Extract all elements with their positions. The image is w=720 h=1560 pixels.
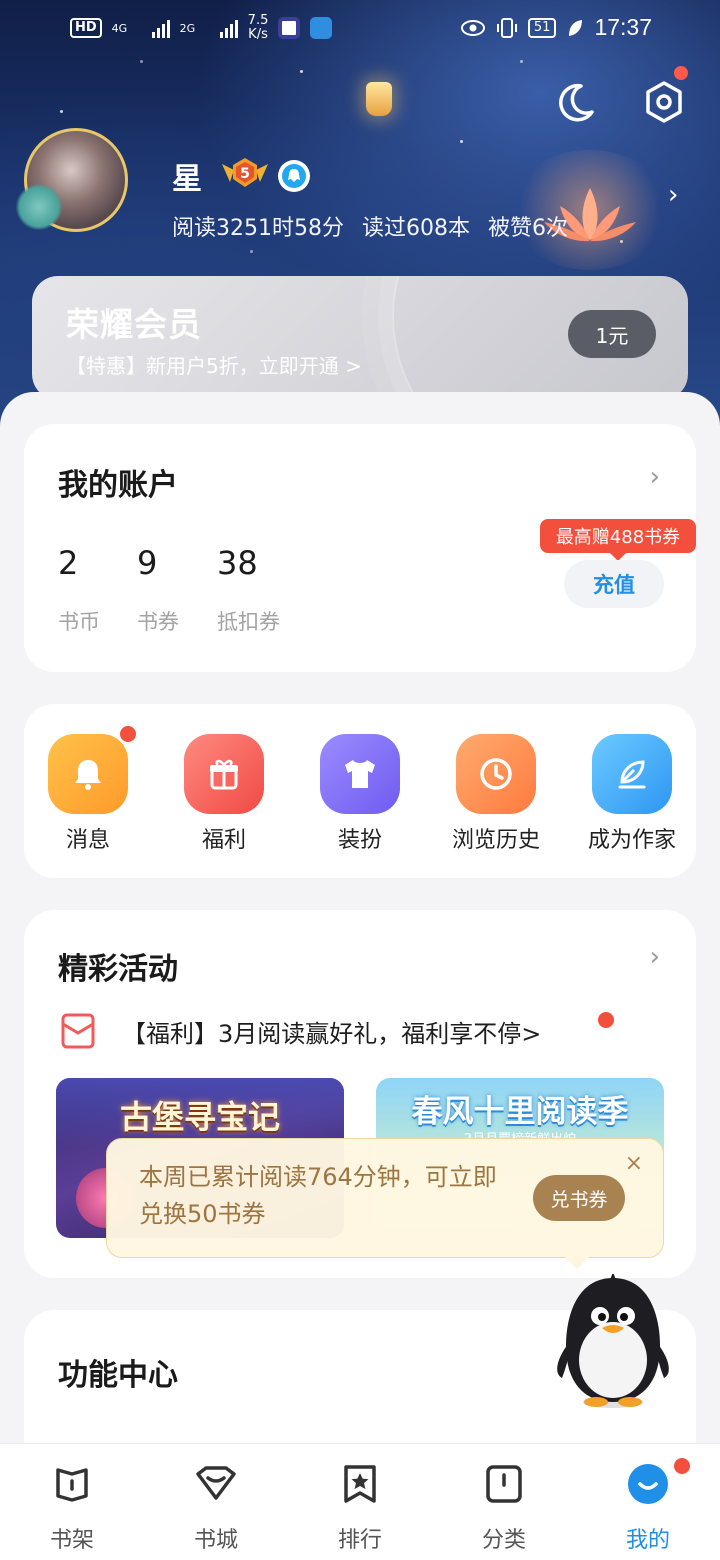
vip-membership-card[interactable]: 荣耀会员 【特惠】新用户5折，立即开通 > 1元 (32, 276, 688, 400)
night-mode-button[interactable] (554, 80, 598, 124)
feature-center-title: 功能中心 (58, 1358, 178, 1393)
books-read: 读过608本 (361, 216, 470, 241)
activities-title[interactable]: 精彩活动 (58, 944, 178, 988)
activity-badge (598, 1012, 614, 1028)
account-title[interactable]: 我的账户 (58, 460, 178, 504)
bell-icon (48, 726, 136, 814)
tooltip-text: 本周已累计阅读764分钟，可立即兑换50书券 (139, 1163, 497, 1228)
username[interactable]: 星 (172, 154, 202, 198)
settings-button[interactable] (642, 66, 688, 124)
gear-icon (646, 81, 682, 123)
vip-title: 荣耀会员 (66, 305, 202, 344)
shortcut-welfare[interactable]: 福利 (169, 734, 279, 854)
tab-label: 分类 (481, 1528, 526, 1553)
status-bar: HD 4G 2G 7.5 K/s 51 17:37 (0, 0, 720, 56)
sky-lantern-decoration (366, 82, 392, 116)
shortcut-history[interactable]: 浏览历史 (441, 734, 551, 854)
activity-headline[interactable]: 【福利】3月阅读赢好礼，福利享不停> (60, 1012, 541, 1050)
recharge-button[interactable]: 充值 (564, 560, 664, 608)
signal-icon (151, 18, 170, 38)
clock-icon (456, 734, 536, 814)
shortcut-become-writer[interactable]: 成为作家 (577, 734, 687, 854)
level-badge-icon: 5 (222, 158, 268, 187)
envelope-icon (61, 1013, 95, 1049)
tab-bookstore[interactable]: 书城 (161, 1462, 271, 1554)
vibrate-icon (496, 17, 517, 38)
shirt-icon (320, 734, 400, 814)
avatar[interactable] (16, 128, 134, 238)
svg-text:5: 5 (240, 166, 250, 182)
tab-bookshelf[interactable]: 书架 (17, 1462, 127, 1554)
profile-tab-badge (674, 1458, 690, 1474)
bottom-tab-bar: 书架 书城 排行 分类 我的 (0, 1443, 720, 1560)
clock: 17:37 (594, 14, 652, 40)
qq-icon (278, 160, 310, 192)
shortcut-label: 成为作家 (587, 828, 676, 853)
network-speed: 7.5 K/s (247, 13, 269, 42)
ranking-icon (338, 1462, 382, 1506)
leaf-icon (569, 19, 583, 36)
treasure-banner-title: 古堡寻宝记 (119, 1098, 280, 1136)
bookshelf-icon (50, 1462, 94, 1506)
shortcut-messages[interactable]: 消息 (33, 726, 143, 854)
battery-icon: 51 (527, 17, 557, 38)
tab-category[interactable]: 分类 (449, 1462, 559, 1554)
tab-ranking[interactable]: 排行 (305, 1462, 415, 1554)
hd-indicator: HD (70, 18, 102, 38)
activity-headline-text: 【福利】3月阅读赢好礼，福利享不停> (122, 1019, 542, 1048)
pen-icon (592, 734, 672, 814)
network-type-1: 4G (111, 21, 128, 35)
account-chevron-icon[interactable]: › (650, 462, 660, 492)
tab-label: 排行 (337, 1528, 382, 1553)
vip-price-button[interactable]: 1元 (568, 310, 656, 358)
tab-profile[interactable]: 我的 (593, 1458, 703, 1554)
network-type-2: 2G (179, 21, 196, 35)
messages-badge (120, 726, 136, 742)
close-icon[interactable]: × (625, 1151, 643, 1176)
profile-icon (626, 1458, 690, 1506)
tab-label: 书架 (49, 1528, 94, 1553)
shortcut-label: 福利 (201, 828, 246, 853)
eye-comfort-icon (460, 19, 485, 36)
reading-time: 阅读3251时58分 (172, 216, 344, 241)
gift-icon (184, 734, 264, 814)
recharge-promo-badge: 最高赠488书券 (540, 519, 696, 561)
reading-reward-tooltip: 本周已累计阅读764分钟，可立即兑换50书券 兑书券 × (106, 1138, 664, 1269)
moon-icon (559, 83, 594, 122)
signal-icon-2 (219, 18, 238, 38)
app-notification-icon (278, 17, 301, 39)
likes-count: 被赞6次 (487, 216, 568, 241)
deduction-balance[interactable]: 38 (217, 544, 258, 582)
vip-promo-text[interactable]: 【特惠】新用户5折，立即开通 > (66, 350, 362, 379)
shortcut-label: 浏览历史 (451, 828, 540, 853)
voucher-label: 书券 (137, 610, 179, 634)
coin-balance[interactable]: 2 (58, 544, 78, 582)
tab-label: 书城 (193, 1528, 238, 1553)
category-icon (482, 1462, 526, 1506)
voucher-balance[interactable]: 9 (137, 544, 157, 582)
deduction-label: 抵扣券 (217, 610, 280, 634)
coin-label: 书币 (58, 610, 100, 634)
shortcut-label: 装扮 (337, 828, 382, 853)
settings-badge (674, 66, 688, 80)
reading-stats: 阅读3251时58分 读过608本 被赞6次 (172, 210, 568, 242)
redeem-voucher-button[interactable]: 兑书券 (533, 1175, 625, 1221)
avatar-frame-decoration (16, 184, 62, 230)
activities-chevron-icon[interactable]: › (650, 942, 660, 972)
spring-banner-title: 春风十里阅读季 (411, 1094, 629, 1130)
bookstore-icon (194, 1462, 238, 1506)
tab-label: 我的 (625, 1528, 670, 1553)
shortcut-dressup[interactable]: 装扮 (305, 734, 415, 854)
shortcut-label: 消息 (65, 828, 110, 853)
profile-arrow-icon[interactable]: › (668, 180, 678, 210)
penguin-mascot-icon[interactable] (548, 1274, 678, 1414)
message-notification-icon (310, 17, 333, 39)
